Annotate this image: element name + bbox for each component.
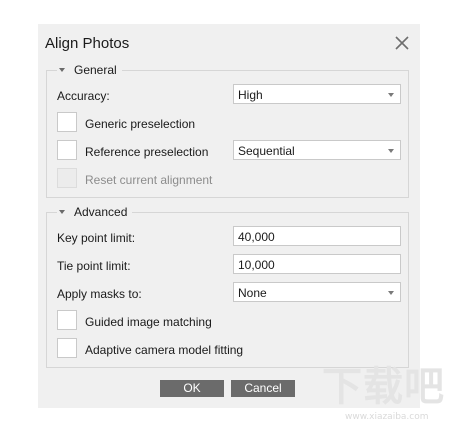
generic-preselection-label: Generic preselection <box>85 117 196 131</box>
reference-preselection-select[interactable]: Sequential <box>233 140 401 160</box>
apply-masks-select[interactable]: None <box>233 282 401 302</box>
advanced-legend-label: Advanced <box>74 205 128 219</box>
key-point-limit-input[interactable]: 40,000 <box>233 226 401 246</box>
general-group: General Accuracy: High Generic preselect… <box>46 63 409 198</box>
tie-point-limit-input[interactable]: 10,000 <box>233 254 401 274</box>
generic-preselection-checkbox[interactable] <box>57 112 77 132</box>
tie-point-limit-label: Tie point limit: <box>57 259 131 273</box>
general-legend[interactable]: General <box>57 63 122 77</box>
reference-preselection-label: Reference preselection <box>85 145 209 159</box>
align-photos-dialog: Align Photos General Accuracy: High Gene… <box>38 24 420 408</box>
chevron-down-icon <box>388 291 394 295</box>
guided-matching-checkbox[interactable] <box>57 310 77 330</box>
apply-masks-value: None <box>238 286 267 300</box>
cancel-button[interactable]: Cancel <box>231 380 295 397</box>
accuracy-label: Accuracy: <box>57 89 110 103</box>
reset-alignment-label: Reset current alignment <box>85 173 213 187</box>
advanced-legend[interactable]: Advanced <box>57 205 133 219</box>
close-icon[interactable] <box>394 35 410 51</box>
general-legend-label: General <box>74 63 117 77</box>
reference-preselection-value: Sequential <box>238 144 295 158</box>
dialog-title: Align Photos <box>45 35 130 52</box>
advanced-group: Advanced Key point limit: 40,000 Tie poi… <box>46 205 409 368</box>
guided-matching-label: Guided image matching <box>85 315 212 329</box>
reset-alignment-checkbox <box>57 168 77 188</box>
adaptive-fitting-label: Adaptive camera model fitting <box>85 343 244 357</box>
chevron-down-icon <box>388 93 394 97</box>
collapse-triangle-icon <box>59 210 65 214</box>
chevron-down-icon <box>388 149 394 153</box>
collapse-triangle-icon <box>59 68 65 72</box>
reference-preselection-checkbox[interactable] <box>57 140 77 160</box>
adaptive-fitting-checkbox[interactable] <box>57 338 77 358</box>
accuracy-select[interactable]: High <box>233 84 401 104</box>
ok-button[interactable]: OK <box>160 380 224 397</box>
accuracy-value: High <box>238 88 263 102</box>
apply-masks-label: Apply masks to: <box>57 287 142 301</box>
watermark-url: www.xiazaiba.com <box>345 412 429 422</box>
key-point-limit-label: Key point limit: <box>57 231 136 245</box>
